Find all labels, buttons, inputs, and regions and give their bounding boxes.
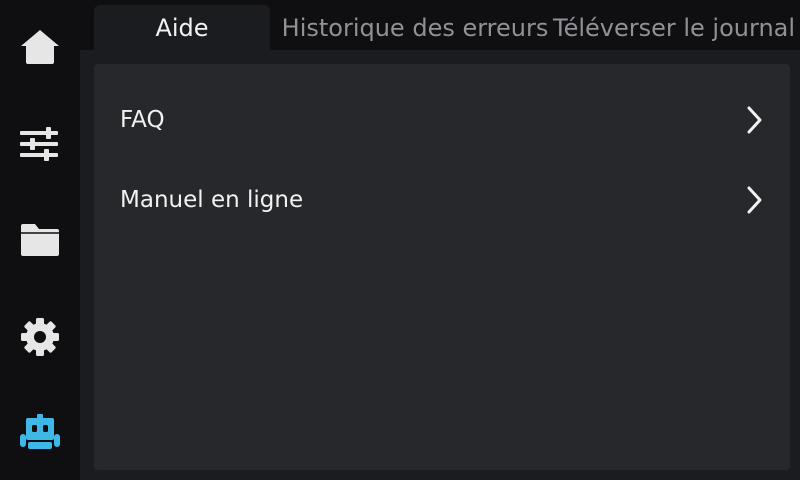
folder-icon [21, 224, 59, 256]
sliders-icon [20, 127, 58, 161]
sidebar-item-files[interactable] [0, 210, 80, 270]
tab-help-label: Aide [155, 13, 209, 42]
sidebar-item-settings-adjust[interactable] [0, 114, 80, 174]
menu-item-online-manual-label: Manuel en ligne [120, 187, 304, 213]
sidebar [0, 0, 80, 480]
tab-error-history-label: Historique des erreurs [281, 13, 549, 42]
tab-upload-log-label: Téléverser le journal [552, 13, 796, 42]
help-screen: Aide Historique des erreurs Téléverser l… [0, 0, 800, 480]
chevron-right-icon [747, 106, 762, 134]
tab-error-history[interactable]: Historique des erreurs [282, 5, 549, 50]
sidebar-item-help[interactable] [0, 402, 80, 462]
menu-item-faq-label: FAQ [120, 107, 165, 133]
help-menu-panel: FAQ Manuel en ligne [94, 64, 790, 470]
robot-icon [20, 414, 60, 449]
tab-upload-log[interactable]: Téléverser le journal [552, 5, 796, 50]
menu-item-faq[interactable]: FAQ [94, 80, 790, 160]
home-icon [21, 30, 59, 64]
sidebar-item-home[interactable] [0, 16, 80, 76]
sidebar-item-settings[interactable] [0, 307, 80, 367]
tab-bar: Aide Historique des erreurs Téléverser l… [80, 0, 800, 50]
gear-icon [21, 318, 59, 356]
chevron-right-icon [747, 186, 762, 214]
tab-help[interactable]: Aide [94, 5, 270, 50]
menu-item-online-manual[interactable]: Manuel en ligne [94, 160, 790, 240]
